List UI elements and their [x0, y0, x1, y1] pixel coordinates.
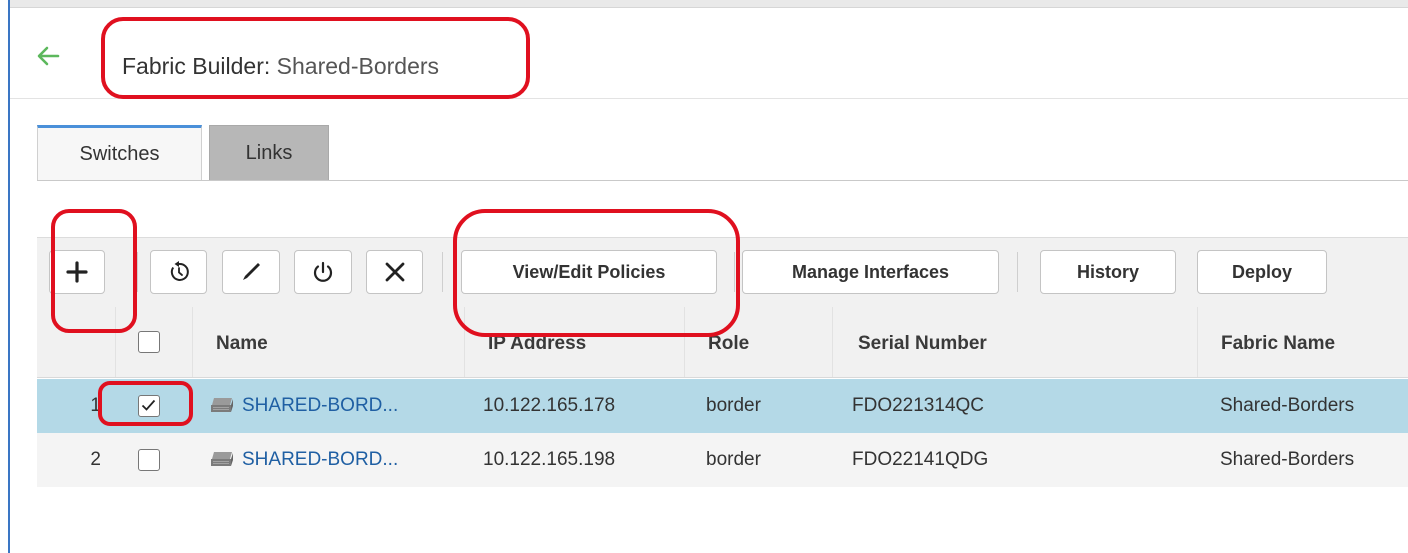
row-index: 1 — [90, 395, 101, 416]
toolbar-separator — [734, 252, 735, 292]
deploy-button[interactable]: Deploy — [1197, 250, 1327, 294]
delete-button[interactable] — [366, 250, 423, 294]
row-checkbox[interactable] — [138, 395, 160, 417]
view-edit-policies-button[interactable]: View/Edit Policies — [461, 250, 717, 294]
table-header: Name IP Address Role Serial Number Fabri… — [37, 307, 1408, 378]
select-all-checkbox[interactable] — [138, 331, 160, 353]
toolbar-separator — [1017, 252, 1018, 292]
column-divider — [192, 307, 193, 377]
ip-address-cell: 10.122.165.178 — [483, 395, 616, 416]
power-button[interactable] — [294, 250, 352, 294]
ip-address-cell: 10.122.165.198 — [483, 449, 616, 470]
column-divider — [464, 307, 465, 377]
switch-name-link[interactable]: SHARED-BORD... — [242, 449, 398, 471]
column-header-fabric-name[interactable]: Fabric Name — [1221, 333, 1335, 355]
history-button[interactable]: History — [1040, 250, 1176, 294]
serial-number-cell: FDO221314QC — [852, 395, 985, 416]
checkmark-icon — [141, 399, 156, 411]
column-divider — [115, 307, 116, 377]
column-divider — [832, 307, 833, 377]
column-header-role[interactable]: Role — [708, 333, 749, 355]
column-divider — [1197, 307, 1198, 377]
edit-button[interactable] — [222, 250, 280, 294]
manage-interfaces-button[interactable]: Manage Interfaces — [742, 250, 999, 294]
page-title-prefix: Fabric Builder: — [122, 53, 271, 79]
switch-device-icon — [211, 398, 233, 412]
tab-switches[interactable]: Switches — [37, 125, 202, 181]
toolbar-separator — [442, 252, 443, 292]
top-strip — [10, 0, 1408, 8]
refresh-icon — [170, 261, 189, 281]
column-header-serial-number[interactable]: Serial Number — [858, 333, 987, 355]
row-index: 2 — [90, 449, 101, 470]
toolbar-separator — [137, 252, 138, 292]
page-title: Fabric Builder: Shared-Borders — [122, 53, 439, 80]
tab-divider — [37, 180, 1408, 181]
add-switch-button[interactable] — [49, 250, 105, 294]
pencil-icon — [243, 263, 260, 280]
close-icon — [385, 262, 404, 282]
fabric-name-cell: Shared-Borders — [1220, 449, 1355, 470]
role-cell: border — [706, 449, 761, 470]
switches-toolbar: View/Edit Policies Manage Interfaces His… — [37, 237, 1408, 308]
role-cell: border — [706, 395, 761, 416]
row-checkbox[interactable] — [138, 449, 160, 471]
column-header-name[interactable]: Name — [216, 333, 268, 355]
switch-device-icon — [211, 452, 233, 466]
fabric-name-cell: Shared-Borders — [1220, 395, 1355, 416]
table-row[interactable]: 2 SHARED-BORD... 10.122.165.198 border F… — [37, 433, 1408, 487]
page-header: Fabric Builder: Shared-Borders — [10, 8, 1408, 99]
discover-button[interactable] — [150, 250, 207, 294]
switch-name-link[interactable]: SHARED-BORD... — [242, 395, 398, 417]
column-divider — [684, 307, 685, 377]
column-header-ip-address[interactable]: IP Address — [488, 333, 586, 355]
page-title-fabric: Shared-Borders — [276, 53, 440, 79]
power-icon — [313, 261, 333, 282]
back-arrow-icon[interactable] — [36, 44, 60, 68]
tab-links[interactable]: Links — [209, 125, 329, 181]
plus-icon — [66, 261, 88, 283]
table-row[interactable]: 1 SHARED-BORD... 10.122.165.178 border F… — [37, 379, 1408, 433]
serial-number-cell: FDO22141QDG — [852, 449, 989, 470]
